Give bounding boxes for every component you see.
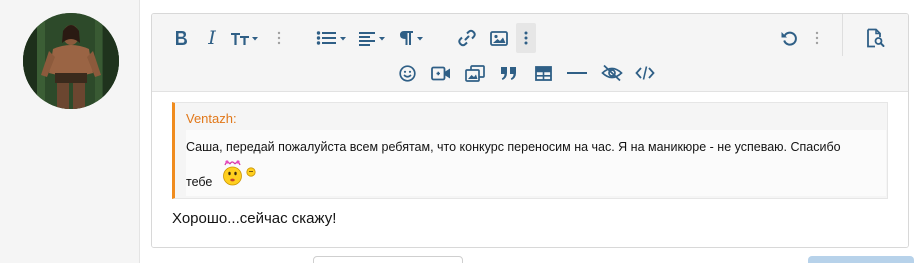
quote-author[interactable]: Ventazh: <box>186 111 237 126</box>
post-reply-button[interactable] <box>808 256 914 263</box>
align-icon <box>358 30 388 46</box>
link-button[interactable] <box>454 23 480 53</box>
more-text-options-button[interactable] <box>270 23 288 53</box>
link-icon <box>458 29 476 47</box>
image-icon <box>490 30 508 46</box>
smilie-button[interactable] <box>395 58 419 88</box>
italic-icon: I <box>208 27 216 49</box>
more-insert-options-button[interactable] <box>516 23 536 53</box>
toolbar-divider <box>842 14 843 56</box>
more-vertical-icon <box>524 31 528 45</box>
paragraph-icon <box>397 30 427 46</box>
list-button[interactable] <box>314 23 350 53</box>
avatar[interactable] <box>23 13 119 109</box>
message-editor: I Ventazh: Саша, передай пожалуйста всем… <box>151 13 909 248</box>
gallery-icon <box>465 64 485 82</box>
more-options-button[interactable] <box>808 23 826 53</box>
undo-icon <box>780 29 798 47</box>
quote-text-line: Саша, передай пожалуйста всем ребятам, ч… <box>186 140 841 154</box>
italic-button[interactable]: I <box>200 23 224 53</box>
quote-block: Ventazh: Саша, передай пожалуйста всем р… <box>172 102 888 199</box>
font-size-icon <box>230 30 260 46</box>
editor-toolbar: I <box>152 14 908 92</box>
table-button[interactable] <box>530 58 556 88</box>
align-button[interactable] <box>357 23 389 53</box>
font-size-button[interactable] <box>228 23 262 53</box>
table-icon <box>534 65 552 81</box>
smilie-icon <box>398 64 416 82</box>
quote-body: Саша, передай пожалуйста всем ребятам, ч… <box>186 130 886 196</box>
spoiler-icon <box>601 64 623 82</box>
gallery-button[interactable] <box>462 58 488 88</box>
media-button[interactable] <box>428 58 454 88</box>
message-user-column <box>0 0 140 263</box>
editor-content[interactable]: Ventazh: Саша, передай пожалуйста всем р… <box>152 92 908 247</box>
code-button[interactable] <box>632 58 658 88</box>
paragraph-button[interactable] <box>396 23 428 53</box>
horizontal-line-button[interactable] <box>564 58 590 88</box>
spoiler-button[interactable] <box>598 58 626 88</box>
secondary-button[interactable] <box>313 256 463 263</box>
image-button[interactable] <box>486 23 512 53</box>
more-vertical-icon <box>815 31 819 45</box>
reply-text: Хорошо...сейчас скажу! <box>172 210 337 227</box>
preview-button[interactable] <box>860 23 890 53</box>
horizontal-line-icon <box>567 71 587 75</box>
more-vertical-icon <box>277 31 281 45</box>
smiley-emoticon <box>219 159 261 187</box>
bold-button[interactable] <box>168 23 194 53</box>
list-icon <box>316 30 348 46</box>
quote-icon <box>500 66 518 81</box>
quote-text-line: тебе <box>186 175 213 189</box>
preview-icon <box>865 28 885 48</box>
bold-icon <box>174 30 188 46</box>
quote-button[interactable] <box>496 58 522 88</box>
code-icon <box>635 65 655 81</box>
media-icon <box>431 66 451 81</box>
undo-button[interactable] <box>776 23 802 53</box>
